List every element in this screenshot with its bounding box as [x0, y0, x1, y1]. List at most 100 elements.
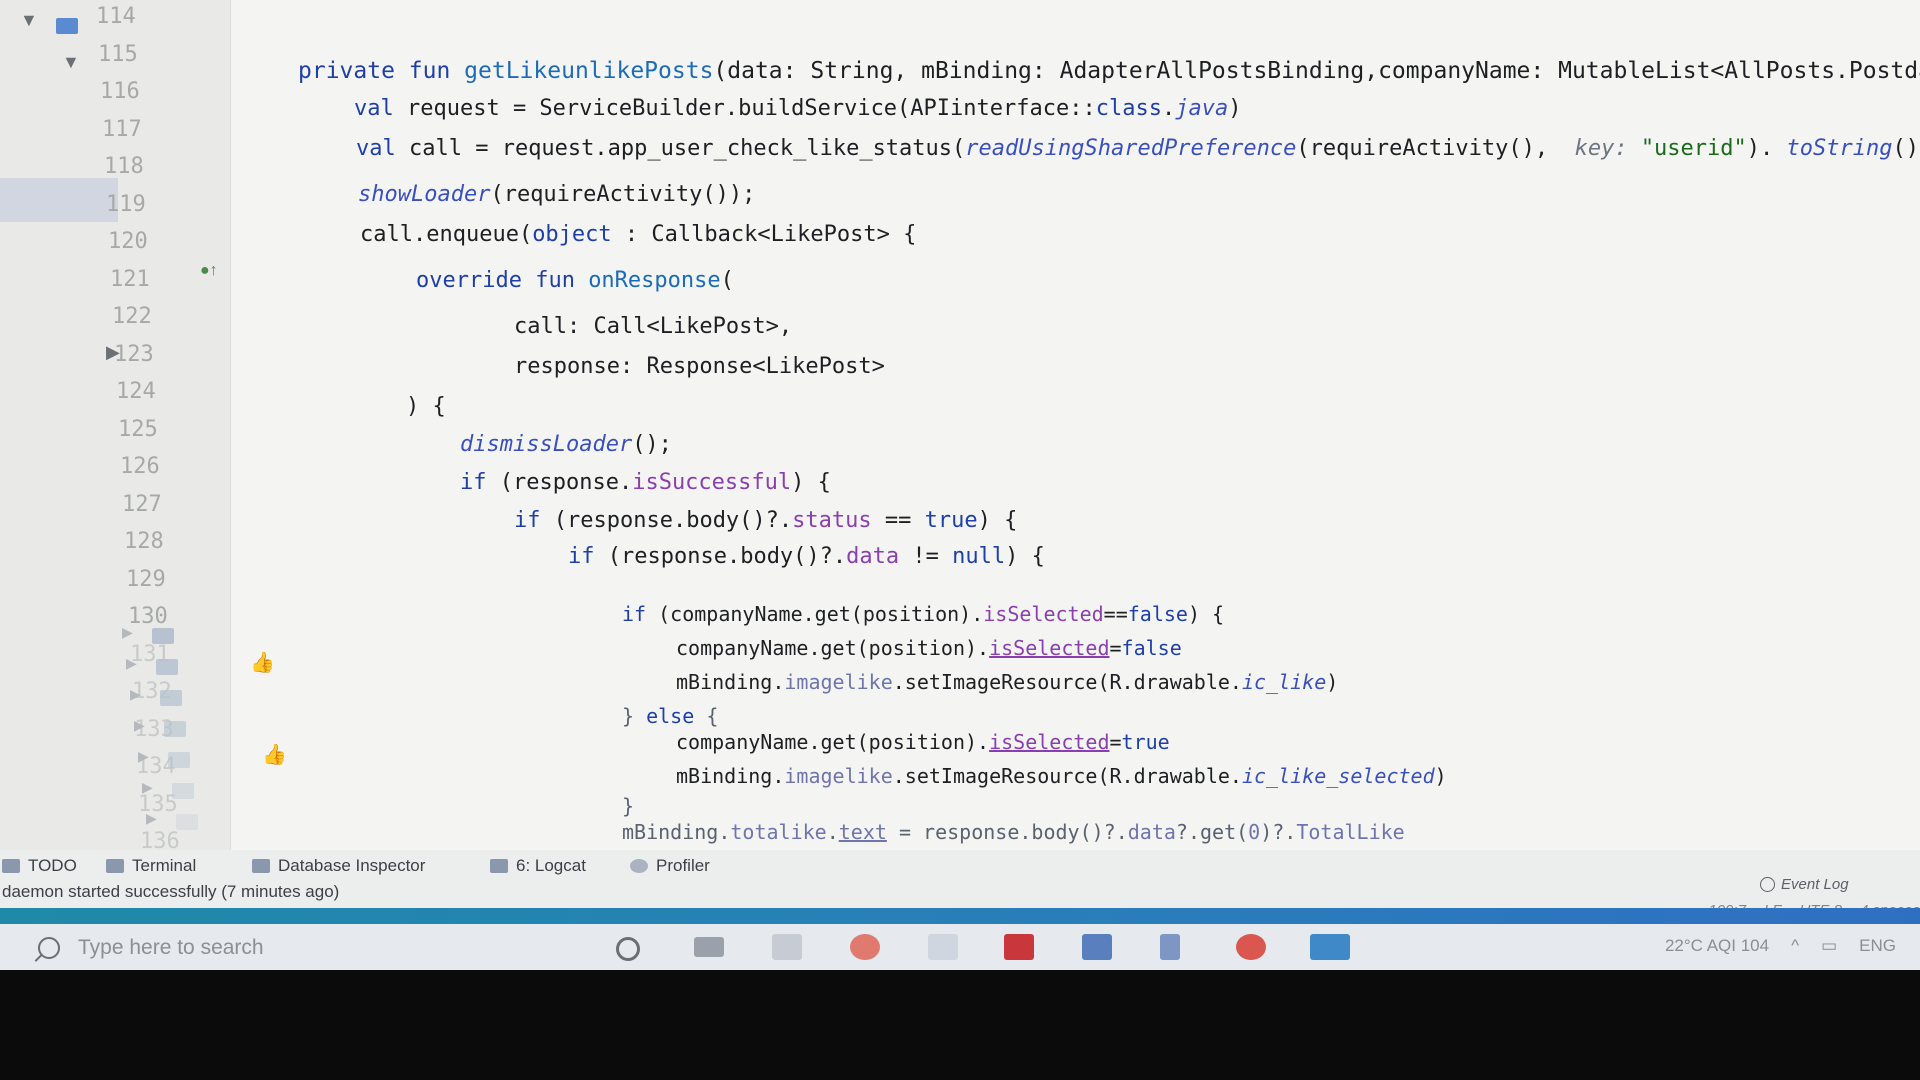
chevron-up-icon[interactable]: ^ [1791, 936, 1799, 956]
code-token: { [706, 704, 719, 728]
code-token: } [622, 794, 635, 818]
code-token: false [1127, 602, 1188, 626]
code-line[interactable]: call.enqueue(object : Callback<LikePost>… [360, 222, 916, 247]
code-line[interactable]: if (companyName.get(position).isSelected… [622, 602, 1224, 626]
thumbs-up-outline-icon: 👍 [250, 652, 275, 674]
code-line[interactable]: if (response.body()?.status == true) { [514, 508, 1017, 533]
thumbs-up-filled-icon: 👍 [262, 744, 287, 766]
app-icon-multicolor[interactable] [1004, 934, 1034, 960]
code-token: )?. [1260, 820, 1297, 844]
chrome-icon[interactable] [1236, 934, 1266, 960]
tool-window-label: Database Inspector [278, 856, 426, 875]
code-token: .setImageResource(R.drawable. [892, 764, 1242, 788]
code-token: class [1095, 96, 1162, 121]
code-token: . [1161, 96, 1176, 121]
code-token: isSelected [983, 602, 1104, 626]
app-icon-small[interactable] [1160, 934, 1180, 960]
mail-icon[interactable] [1310, 934, 1350, 960]
code-line[interactable]: ) { [406, 394, 446, 419]
code-token: true [924, 508, 978, 533]
code-token: () [1892, 136, 1920, 161]
code-token: private fun [298, 58, 465, 84]
tool-window-profiler[interactable]: Profiler [630, 856, 710, 876]
windows-taskbar: Type here to search 22°C AQI 104 ^ ▭ ENG [0, 924, 1920, 970]
code-line[interactable]: override fun onResponse( [416, 268, 734, 293]
code-token: false [1121, 636, 1182, 660]
code-line[interactable]: call: Call<LikePost>, [514, 314, 792, 339]
network-icon[interactable]: ▭ [1821, 936, 1837, 956]
app-icon[interactable] [928, 934, 958, 960]
code-token: imagelike [784, 764, 893, 788]
code-line[interactable]: val request = ServiceBuilder.buildServic… [354, 96, 1241, 121]
tool-window-label: TODO [28, 856, 77, 875]
code-token: ?.get( [1175, 820, 1249, 844]
code-line[interactable]: companyName.get(position).isSelected=tru… [676, 730, 1170, 754]
code-token: isSelected [989, 636, 1110, 660]
code-token: ) [1228, 96, 1242, 121]
tool-window-database-inspector[interactable]: Database Inspector [252, 856, 425, 876]
code-token: val [356, 136, 409, 161]
code-token: ) [1326, 670, 1339, 694]
code-token: (); [632, 432, 672, 457]
code-token: ) { [977, 508, 1018, 533]
code-line[interactable]: } [622, 794, 634, 818]
tool-window-todo[interactable]: TODO [2, 856, 77, 876]
weather-readout[interactable]: 22°C AQI 104 [1665, 936, 1769, 956]
code-token: TotalLike [1296, 820, 1405, 844]
terminal-icon [106, 859, 124, 873]
code-token: totalike [730, 820, 827, 844]
code-token: ic_like [1241, 670, 1327, 694]
code-token: imagelike [784, 670, 893, 694]
code-token: (response. [499, 470, 633, 495]
code-line[interactable]: mBinding.imagelike.setImageResource(R.dr… [676, 670, 1338, 694]
code-line[interactable]: mBinding.totalike.text = response.body()… [622, 820, 1405, 844]
code-line[interactable]: mBinding.imagelike.setImageResource(R.dr… [676, 764, 1447, 788]
code-token: if [622, 602, 659, 626]
code-token: if [568, 544, 608, 569]
app-icon-blue[interactable] [1082, 934, 1112, 960]
file-explorer-icon[interactable] [772, 934, 802, 960]
tool-window-logcat[interactable]: 6: Logcat [490, 856, 586, 876]
code-token: mBinding. [676, 764, 785, 788]
code-token: == [871, 508, 925, 533]
code-token: (response.body()?. [553, 508, 793, 533]
code-line[interactable]: val call = request.app_user_check_like_s… [356, 136, 1919, 161]
code-editor[interactable]: private fun getLikeunlikePosts(data: Str… [0, 0, 1920, 850]
status-message: daemon started successfully (7 minutes a… [2, 882, 340, 901]
code-token: true [1121, 730, 1170, 754]
tool-window-terminal[interactable]: Terminal [106, 856, 196, 876]
code-token: status [792, 508, 872, 533]
code-token: ). [1746, 136, 1787, 161]
code-token: readUsingSharedPreference [965, 136, 1297, 161]
code-token: ) [1434, 764, 1447, 788]
code-token: ) { [406, 394, 446, 419]
code-token: toString [1786, 136, 1893, 161]
task-view-icon[interactable] [694, 937, 724, 957]
code-token: call.enqueue( [360, 222, 533, 247]
list-icon [2, 859, 20, 873]
language-indicator[interactable]: ENG [1859, 936, 1896, 956]
code-token: .setImageResource(R.drawable. [892, 670, 1242, 694]
cortana-icon[interactable] [616, 937, 640, 961]
code-line[interactable]: dismissLoader(); [460, 432, 672, 457]
code-line[interactable]: companyName.get(position).isSelected=fal… [676, 636, 1182, 660]
status-bar [0, 908, 1920, 924]
tool-window-label: 6: Logcat [516, 856, 586, 875]
code-line[interactable]: private fun getLikeunlikePosts(data: Str… [298, 58, 1920, 84]
code-token: onResponse [588, 268, 721, 293]
tool-window-label: Terminal [132, 856, 197, 875]
ide-screen: 114 115 116 117 118 119 120 121 122 123 124 125 126 1… [0, 0, 1920, 970]
taskbar-search[interactable]: Type here to search [38, 932, 558, 964]
search-icon [38, 937, 60, 959]
code-token: data [846, 544, 900, 569]
code-line[interactable]: showLoader(requireActivity()); [358, 182, 755, 207]
code-line[interactable]: if (response.body()?.data != null) { [568, 544, 1045, 569]
code-token: val [354, 96, 407, 121]
code-token: getLikeunlikePosts [464, 58, 714, 84]
code-line[interactable]: response: Response<LikePost> [514, 354, 885, 379]
code-token: ) { [1187, 602, 1225, 626]
code-line[interactable]: if (response.isSuccessful) { [460, 470, 831, 495]
event-log-button[interactable]: Event Log [1760, 876, 1849, 893]
code-line[interactable]: } else { [622, 704, 718, 728]
app-icon-red[interactable] [850, 934, 880, 960]
